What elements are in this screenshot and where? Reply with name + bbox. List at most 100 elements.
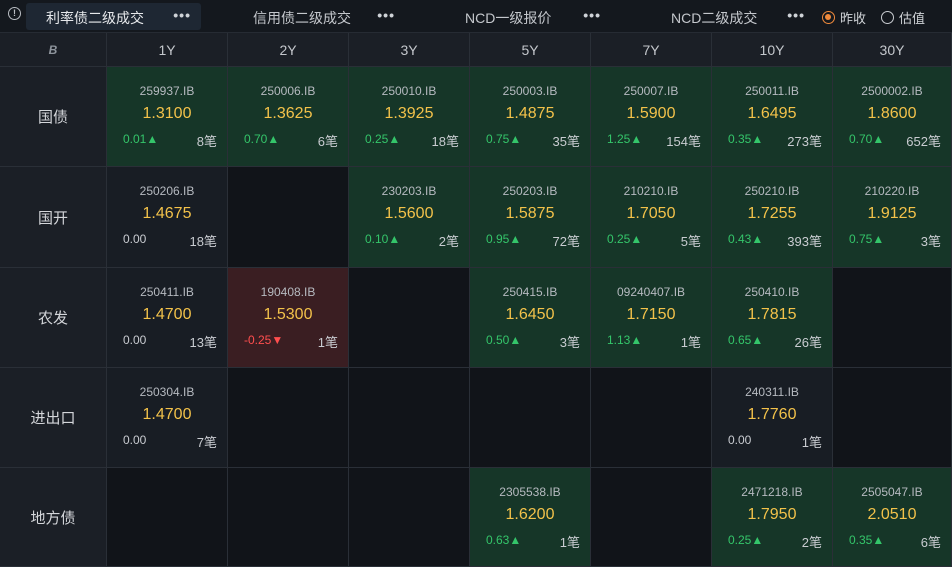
yield-change: 0.65▲ <box>728 333 764 347</box>
quote-cell[interactable]: 190408.IB 1.5300 -0.25▼ 1笔 <box>228 268 349 368</box>
trade-yield: 1.7760 <box>747 406 797 423</box>
quote-cell[interactable]: 250007.IB 1.5900 1.25▲ 154笔 <box>591 67 712 167</box>
quote-cell[interactable]: 250304.IB 1.4700 0.00 7笔 <box>107 368 228 468</box>
bond-code: 250003.IB <box>502 84 558 98</box>
quote-cell[interactable]: 230203.IB 1.5600 0.10▲ 2笔 <box>349 167 470 268</box>
quote-cell[interactable]: 210210.IB 1.7050 0.25▲ 5笔 <box>591 167 712 268</box>
trade-count: 393笔 <box>787 234 822 249</box>
quote-cell[interactable]: 250210.IB 1.7255 0.43▲ 393笔 <box>712 167 833 268</box>
more-options-icon[interactable]: ••• <box>173 7 191 23</box>
trade-count: 154笔 <box>666 134 701 149</box>
column-header-tenor[interactable]: 2Y <box>228 33 349 67</box>
radio-selected-icon[interactable] <box>822 11 835 24</box>
quote-cell[interactable]: 259937.IB 1.3100 0.01▲ 8笔 <box>107 67 228 167</box>
info-icon[interactable]: ! <box>8 7 21 20</box>
tab-rate-bond-trades[interactable]: 利率债二级成交 ••• <box>26 3 201 30</box>
quote-cell[interactable]: 09240407.IB 1.7150 1.13▲ 1笔 <box>591 268 712 368</box>
row-header-bond-type[interactable]: 地方债 <box>0 468 107 567</box>
trade-yield: 1.3100 <box>142 105 192 122</box>
empty-cell <box>833 368 952 468</box>
quote-cell[interactable]: 2505047.IB 2.0510 0.35▲ 6笔 <box>833 468 952 567</box>
bond-code: 250410.IB <box>744 285 800 299</box>
trade-yield: 1.8600 <box>867 105 917 122</box>
trade-yield: 1.3625 <box>263 105 313 122</box>
trade-yield: 1.5600 <box>384 205 434 222</box>
row-header-bond-type[interactable]: 农发 <box>0 268 107 368</box>
column-header-tenor[interactable]: 3Y <box>349 33 470 67</box>
quote-cell[interactable]: 210220.IB 1.9125 0.75▲ 3笔 <box>833 167 952 268</box>
radio-unselected-icon[interactable] <box>881 11 894 24</box>
trade-yield: 1.7050 <box>626 205 676 222</box>
column-header-tenor[interactable]: 30Y <box>833 33 952 67</box>
row-header-bond-type[interactable]: 进出口 <box>0 368 107 468</box>
trade-count: 6笔 <box>920 535 941 550</box>
yield-change: 0.00 <box>728 433 752 447</box>
trade-yield: 1.5900 <box>626 105 676 122</box>
trade-count: 8笔 <box>196 134 217 149</box>
yield-change: 0.25▲ <box>365 132 401 146</box>
empty-cell <box>349 368 470 468</box>
column-header-tenor[interactable]: 5Y <box>470 33 591 67</box>
market-tab-bar: ! 利率债二级成交 ••• 信用债二级成交 ••• NCD一级报价 ••• NC… <box>0 0 952 33</box>
bond-code: 250411.IB <box>140 285 194 299</box>
bond-logo-icon: B <box>48 42 58 57</box>
more-options-icon[interactable]: ••• <box>377 7 395 23</box>
quote-cell[interactable]: 250003.IB 1.4875 0.75▲ 35笔 <box>470 67 591 167</box>
radio-prev-close[interactable]: 昨收 <box>822 8 866 27</box>
column-header-tenor[interactable]: 10Y <box>712 33 833 67</box>
more-options-icon[interactable]: ••• <box>787 7 805 23</box>
row-header-bond-type[interactable]: 国债 <box>0 67 107 167</box>
yield-change: 0.00 <box>123 433 147 447</box>
trade-yield: 2.0510 <box>867 506 917 523</box>
yield-change: 0.43▲ <box>728 232 764 246</box>
quote-cell[interactable]: 2471218.IB 1.7950 0.25▲ 2笔 <box>712 468 833 567</box>
trade-yield: 1.6450 <box>505 306 555 323</box>
bond-code: 210210.IB <box>623 184 679 198</box>
trade-yield: 1.4675 <box>142 205 192 222</box>
tab-credit-bond-trades[interactable]: 信用债二级成交 ••• <box>230 3 405 30</box>
trade-yield: 1.6495 <box>747 105 797 122</box>
empty-cell <box>228 368 349 468</box>
yield-change: 0.01▲ <box>123 132 159 146</box>
yield-change: 1.25▲ <box>607 132 643 146</box>
trade-count: 1笔 <box>801 435 822 450</box>
bond-code: 09240407.IB <box>616 285 686 299</box>
yield-change: 0.95▲ <box>486 232 522 246</box>
quote-cell[interactable]: 250203.IB 1.5875 0.95▲ 72笔 <box>470 167 591 268</box>
quote-cell[interactable]: 250206.IB 1.4675 0.00 18笔 <box>107 167 228 268</box>
trade-count: 5笔 <box>680 234 701 249</box>
quote-cell[interactable]: 250011.IB 1.6495 0.35▲ 273笔 <box>712 67 833 167</box>
trade-count: 273笔 <box>787 134 822 149</box>
column-header-tenor[interactable]: 7Y <box>591 33 712 67</box>
row-header-bond-type[interactable]: 国开 <box>0 167 107 268</box>
bond-code: 250010.IB <box>381 84 437 98</box>
quote-cell[interactable]: 250415.IB 1.6450 0.50▲ 3笔 <box>470 268 591 368</box>
trade-yield: 1.7255 <box>747 205 797 222</box>
grid-corner: B <box>0 33 107 67</box>
bond-code: 250210.IB <box>744 184 800 198</box>
quote-cell[interactable]: 250006.IB 1.3625 0.70▲ 6笔 <box>228 67 349 167</box>
quote-cell[interactable]: 250410.IB 1.7815 0.65▲ 26笔 <box>712 268 833 368</box>
more-options-icon[interactable]: ••• <box>583 7 601 23</box>
yield-change: 0.25▲ <box>728 533 764 547</box>
bond-code: 250415.IB <box>502 285 558 299</box>
quote-cell[interactable]: 240311.IB 1.7760 0.00 1笔 <box>712 368 833 468</box>
trade-yield: 1.4700 <box>142 406 192 423</box>
bond-code: 2505047.IB <box>861 485 923 499</box>
tab-ncd-primary-quotes[interactable]: NCD一级报价 ••• <box>436 3 611 30</box>
quote-cell[interactable]: 250010.IB 1.3925 0.25▲ 18笔 <box>349 67 470 167</box>
yield-change: 0.63▲ <box>486 533 522 547</box>
tab-ncd-secondary-trades[interactable]: NCD二级成交 ••• <box>640 3 815 30</box>
trade-count: 2笔 <box>801 535 822 550</box>
column-header-tenor[interactable]: 1Y <box>107 33 228 67</box>
quote-cell[interactable]: 250411.IB 1.4700 0.00 13笔 <box>107 268 228 368</box>
yield-change: 0.00 <box>123 232 147 246</box>
trade-yield: 1.4875 <box>505 105 555 122</box>
yield-change: 0.50▲ <box>486 333 522 347</box>
trade-count: 652笔 <box>906 134 941 149</box>
quote-cell[interactable]: 2500002.IB 1.8600 0.70▲ 652笔 <box>833 67 952 167</box>
bond-code: 2500002.IB <box>861 84 923 98</box>
bond-code: 250011.IB <box>745 84 799 98</box>
radio-valuation[interactable]: 估值 <box>881 8 925 27</box>
quote-cell[interactable]: 2305538.IB 1.6200 0.63▲ 1笔 <box>470 468 591 567</box>
